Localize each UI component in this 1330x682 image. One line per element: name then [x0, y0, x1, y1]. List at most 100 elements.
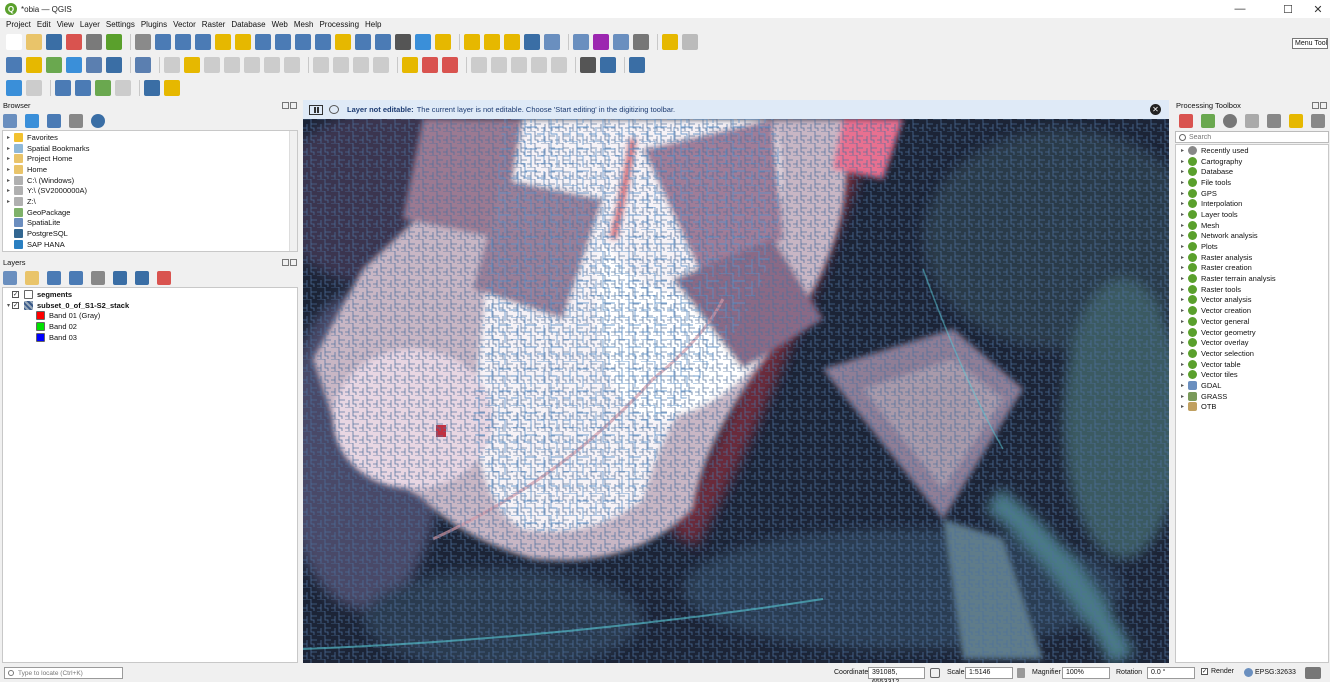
- expand-arrow-icon[interactable]: ▸: [5, 166, 12, 173]
- tb2-tool-3-icon[interactable]: [66, 57, 82, 73]
- tb1-tool-7-icon[interactable]: [155, 34, 171, 50]
- tb1-tool-3-icon[interactable]: [66, 34, 82, 50]
- legend-item[interactable]: Band 03: [5, 332, 297, 343]
- models-icon[interactable]: [1179, 114, 1193, 128]
- browser-scrollbar[interactable]: [289, 131, 297, 251]
- processing-provider-item[interactable]: ▸ File tools: [1176, 177, 1328, 188]
- processing-provider-item[interactable]: ▸ Vector general: [1176, 316, 1328, 327]
- tb1-tool-28-icon[interactable]: [593, 34, 609, 50]
- tb2-tool-23-icon[interactable]: [511, 57, 527, 73]
- tb1-tool-31-icon[interactable]: [662, 34, 678, 50]
- tb2-tool-27-icon[interactable]: [600, 57, 616, 73]
- scripts-icon[interactable]: [1201, 114, 1215, 128]
- tb2-tool-17-icon[interactable]: [373, 57, 389, 73]
- tb3-tool-3-icon[interactable]: [75, 80, 91, 96]
- tb2-tool-26-icon[interactable]: [580, 57, 596, 73]
- expand-arrow-icon[interactable]: ▸: [5, 134, 12, 141]
- coordinate-field[interactable]: 391085, 6553312: [868, 667, 925, 682]
- layer-item[interactable]: ▾ ✓ subset_0_of_S1-S2_stack: [5, 300, 297, 311]
- expand-arrow-icon[interactable]: ▸: [1179, 243, 1186, 250]
- menu-web[interactable]: Web: [269, 20, 291, 29]
- minimize-button[interactable]: —: [1222, 0, 1258, 18]
- tb2-tool-24-icon[interactable]: [531, 57, 547, 73]
- expand-arrow-icon[interactable]: ▸: [1179, 296, 1186, 303]
- processing-search-input[interactable]: [1189, 133, 1319, 141]
- menu-layer[interactable]: Layer: [77, 20, 103, 29]
- tb3-tool-1-icon[interactable]: [26, 80, 42, 96]
- processing-provider-item[interactable]: ▸ Vector selection: [1176, 348, 1328, 359]
- processing-provider-item[interactable]: ▸ Vector overlay: [1176, 337, 1328, 348]
- processing-provider-item[interactable]: ▸ Recently used: [1176, 145, 1328, 156]
- style-manager-icon[interactable]: [3, 271, 17, 285]
- tb2-tool-10-icon[interactable]: [224, 57, 240, 73]
- processing-provider-item[interactable]: ▸ OTB: [1176, 402, 1328, 413]
- float-panel-icon[interactable]: [282, 259, 289, 266]
- tb1-tool-23-icon[interactable]: [484, 34, 500, 50]
- expand-arrow-icon[interactable]: ▸: [1179, 200, 1186, 207]
- crs-globe-icon[interactable]: [1244, 668, 1253, 677]
- browser-item[interactable]: PostgreSQL: [5, 228, 297, 239]
- tb1-tool-11-icon[interactable]: [235, 34, 251, 50]
- expand-arrow-icon[interactable]: ▸: [1179, 211, 1186, 218]
- tb2-tool-11-icon[interactable]: [244, 57, 260, 73]
- collapse-all-icon[interactable]: [135, 271, 149, 285]
- tb3-tool-7-icon[interactable]: [164, 80, 180, 96]
- history-icon[interactable]: [1223, 114, 1237, 128]
- processing-provider-item[interactable]: ▸ Database: [1176, 166, 1328, 177]
- render-checkbox[interactable]: ✓: [1201, 668, 1208, 675]
- tb1-tool-26-icon[interactable]: [544, 34, 560, 50]
- menu-help[interactable]: Help: [362, 20, 384, 29]
- processing-provider-item[interactable]: ▸ Vector analysis: [1176, 295, 1328, 306]
- processing-provider-item[interactable]: ▸ Vector creation: [1176, 305, 1328, 316]
- layer-visibility-checkbox[interactable]: ✓: [12, 301, 19, 309]
- tb2-tool-6-icon[interactable]: [135, 57, 151, 73]
- layer-item[interactable]: ✓ segments: [5, 289, 297, 300]
- expand-arrow-icon[interactable]: ▸: [1179, 222, 1186, 229]
- browser-item[interactable]: ▸ Z:\: [5, 196, 297, 207]
- expand-arrow-icon[interactable]: ▸: [1179, 286, 1186, 293]
- browser-item[interactable]: SAP HANA: [5, 239, 297, 250]
- tb1-tool-20-icon[interactable]: [415, 34, 431, 50]
- tb3-tool-6-icon[interactable]: [144, 80, 160, 96]
- float-panel-icon[interactable]: [1312, 102, 1319, 109]
- expand-arrow-icon[interactable]: ▸: [1179, 403, 1186, 410]
- tb1-tool-17-icon[interactable]: [355, 34, 371, 50]
- expand-arrow-icon[interactable]: ▸: [1179, 339, 1186, 346]
- processing-provider-item[interactable]: ▸ Plots: [1176, 241, 1328, 252]
- tb2-tool-13-icon[interactable]: [284, 57, 300, 73]
- remove-layer-icon[interactable]: [157, 271, 171, 285]
- expand-arrow-icon[interactable]: ▾: [5, 302, 12, 309]
- menu-mesh[interactable]: Mesh: [291, 20, 317, 29]
- tb1-tool-16-icon[interactable]: [335, 34, 351, 50]
- wrench-icon[interactable]: [1311, 114, 1325, 128]
- processing-provider-item[interactable]: ▸ Vector geometry: [1176, 327, 1328, 338]
- add-group-icon[interactable]: [25, 271, 39, 285]
- expand-arrow-icon[interactable]: ▸: [1179, 190, 1186, 197]
- messages-icon[interactable]: [1305, 667, 1321, 679]
- tb2-tool-12-icon[interactable]: [264, 57, 280, 73]
- expand-arrow-icon[interactable]: ▸: [1179, 307, 1186, 314]
- map-themes-icon[interactable]: [47, 271, 61, 285]
- filter-icon[interactable]: [47, 114, 61, 128]
- processing-provider-item[interactable]: ▸ Layer tools: [1176, 209, 1328, 220]
- tb2-tool-0-icon[interactable]: [6, 57, 22, 73]
- map-canvas[interactable]: [303, 119, 1169, 663]
- processing-provider-item[interactable]: ▸ GPS: [1176, 188, 1328, 199]
- processing-provider-item[interactable]: ▸ Raster terrain analysis: [1176, 273, 1328, 284]
- tb2-tool-14-icon[interactable]: [313, 57, 329, 73]
- browser-item[interactable]: ▸ Spatial Bookmarks: [5, 143, 297, 154]
- expand-arrow-icon[interactable]: ▸: [1179, 232, 1186, 239]
- expand-arrow-icon[interactable]: ▸: [5, 187, 12, 194]
- tb1-tool-0-icon[interactable]: [6, 34, 22, 50]
- processing-provider-item[interactable]: ▸ Raster tools: [1176, 284, 1328, 295]
- tb3-tool-4-icon[interactable]: [95, 80, 111, 96]
- message-close-icon[interactable]: ✕: [1150, 104, 1161, 115]
- menu-database[interactable]: Database: [228, 20, 268, 29]
- tb1-tool-13-icon[interactable]: [275, 34, 291, 50]
- tb2-tool-28-icon[interactable]: [629, 57, 645, 73]
- menu-plugins[interactable]: Plugins: [138, 20, 170, 29]
- tb1-tool-29-icon[interactable]: [613, 34, 629, 50]
- edit-features-in-place-icon[interactable]: [1267, 114, 1281, 128]
- scale-field[interactable]: 1:5146: [965, 667, 1013, 679]
- browser-item[interactable]: GeoPackage: [5, 207, 297, 218]
